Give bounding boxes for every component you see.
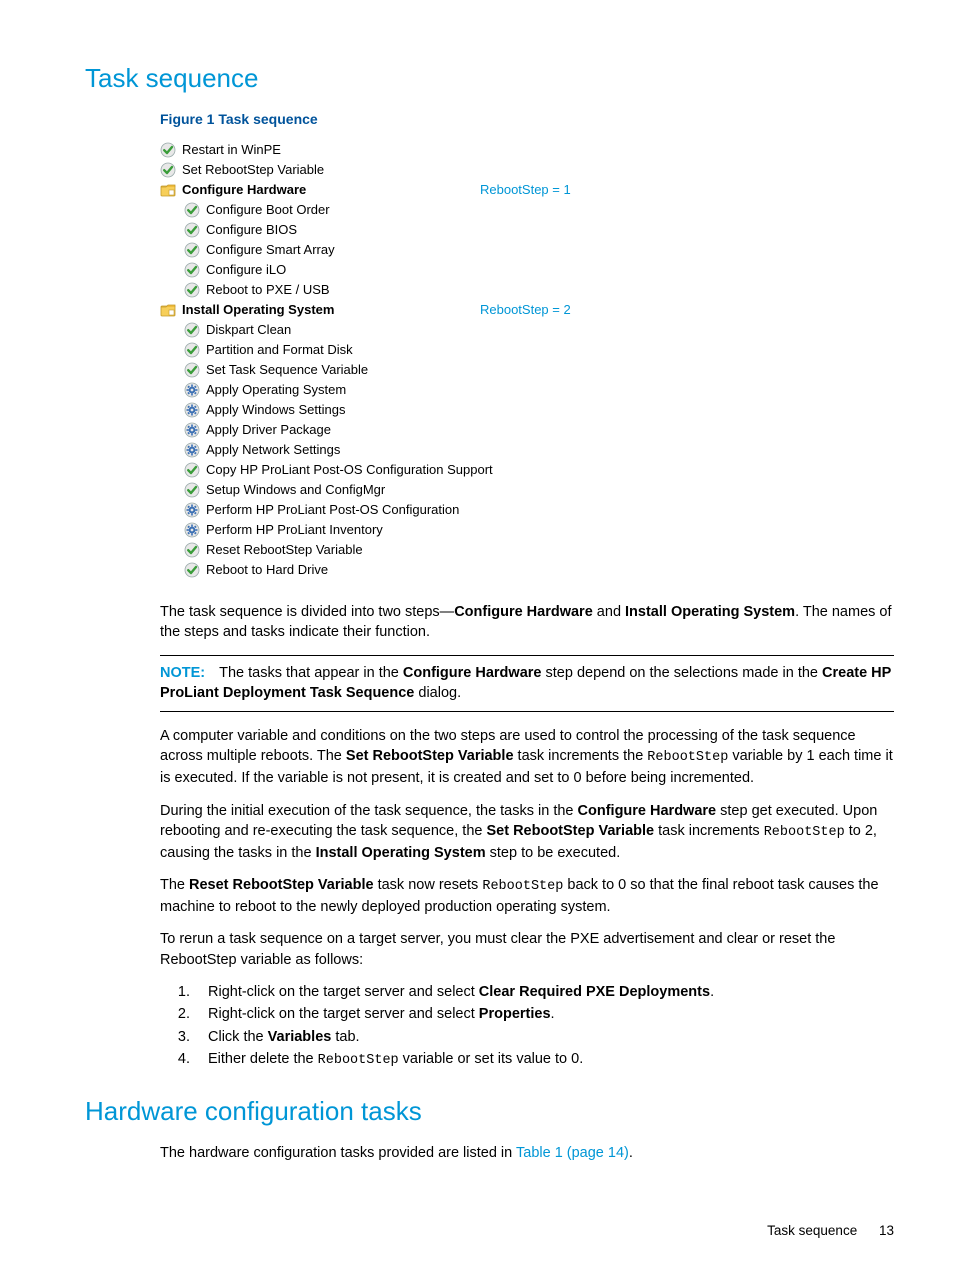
tree-item-label: Configure BIOS <box>206 220 297 240</box>
tree-item: Configure iLO <box>160 260 894 280</box>
check-icon <box>184 322 200 338</box>
tree-item: Apply Driver Package <box>160 420 894 440</box>
check-icon <box>184 362 200 378</box>
tree-item-label: Copy HP ProLiant Post-OS Configuration S… <box>206 460 493 480</box>
check-icon <box>184 262 200 278</box>
check-icon <box>184 342 200 358</box>
tree-item: Apply Network Settings <box>160 440 894 460</box>
tree-item-label: Partition and Format Disk <box>206 340 353 360</box>
tree-item-label: Apply Driver Package <box>206 420 331 440</box>
check-icon <box>184 462 200 478</box>
tree-item: Restart in WinPE <box>160 140 894 160</box>
tree-item: Configure Boot Order <box>160 200 894 220</box>
tree-item-label: Configure Boot Order <box>206 200 330 220</box>
tree-item-label: Apply Operating System <box>206 380 346 400</box>
figure-caption: Figure 1 Task sequence <box>160 110 894 130</box>
tree-item-label: Configure Hardware <box>182 180 306 200</box>
tree-item: Configure Smart Array <box>160 240 894 260</box>
step-3: Click the Variables tab. <box>194 1027 894 1047</box>
check-icon <box>160 142 176 158</box>
tree-item-label: Perform HP ProLiant Inventory <box>206 520 383 540</box>
tree-item-label: Diskpart Clean <box>206 320 291 340</box>
heading-task-sequence: Task sequence <box>85 60 894 96</box>
tree-item-label: Install Operating System <box>182 300 334 320</box>
tree-item-label: Reset RebootStep Variable <box>206 540 363 560</box>
check-icon <box>184 222 200 238</box>
check-icon <box>184 242 200 258</box>
tree-item: Setup Windows and ConfigMgr <box>160 480 894 500</box>
tree-annotation: RebootStep = 1 <box>480 180 571 200</box>
tree-item: Apply Operating System <box>160 380 894 400</box>
gear-icon <box>184 502 200 518</box>
tree-item: Partition and Format Disk <box>160 340 894 360</box>
tree-item: Perform HP ProLiant Inventory <box>160 520 894 540</box>
check-icon <box>160 162 176 178</box>
paragraph-divided: The task sequence is divided into two st… <box>160 602 894 643</box>
tree-item-label: Apply Network Settings <box>206 440 340 460</box>
tree-item-label: Set Task Sequence Variable <box>206 360 368 380</box>
tree-item-label: Apply Windows Settings <box>206 400 345 420</box>
gear-icon <box>184 422 200 438</box>
folder-icon <box>160 182 176 198</box>
paragraph-initial-exec: During the initial execution of the task… <box>160 801 894 863</box>
paragraph-reset: The Reset RebootStep Variable task now r… <box>160 875 894 917</box>
step-1: Right-click on the target server and sel… <box>194 982 894 1002</box>
check-icon <box>184 482 200 498</box>
tree-item: Configure BIOS <box>160 220 894 240</box>
note-label: NOTE: <box>160 665 205 681</box>
folder-icon <box>160 302 176 318</box>
step-2: Right-click on the target server and sel… <box>194 1004 894 1024</box>
table-1-link[interactable]: Table 1 (page 14) <box>516 1145 629 1161</box>
check-icon <box>184 282 200 298</box>
gear-icon <box>184 382 200 398</box>
tree-item: Configure Hardware RebootStep = 1 <box>160 180 894 200</box>
tree-item-label: Configure iLO <box>206 260 286 280</box>
gear-icon <box>184 402 200 418</box>
paragraph-hw-tasks: The hardware configuration tasks provide… <box>160 1143 894 1163</box>
paragraph-rerun: To rerun a task sequence on a target ser… <box>160 929 894 970</box>
tree-item: Set Task Sequence Variable <box>160 360 894 380</box>
page-footer: Task sequence 13 <box>767 1222 894 1241</box>
check-icon <box>184 542 200 558</box>
steps-list: Right-click on the target server and sel… <box>194 982 894 1071</box>
tree-item-label: Restart in WinPE <box>182 140 281 160</box>
tree-item: Reboot to Hard Drive <box>160 560 894 580</box>
note-box: NOTE:The tasks that appear in the Config… <box>160 655 894 713</box>
tree-item: Perform HP ProLiant Post-OS Configuratio… <box>160 500 894 520</box>
tree-item: Diskpart Clean <box>160 320 894 340</box>
tree-item: Set RebootStep Variable <box>160 160 894 180</box>
tree-item: Install Operating System RebootStep = 2 <box>160 300 894 320</box>
page-number: 13 <box>879 1223 894 1238</box>
tree-item-label: Reboot to Hard Drive <box>206 560 328 580</box>
tree-item: Reboot to PXE / USB <box>160 280 894 300</box>
tree-item-label: Setup Windows and ConfigMgr <box>206 480 385 500</box>
tree-item-label: Reboot to PXE / USB <box>206 280 330 300</box>
gear-icon <box>184 442 200 458</box>
tree-item: Reset RebootStep Variable <box>160 540 894 560</box>
task-sequence-tree: Restart in WinPESet RebootStep VariableC… <box>160 140 894 580</box>
check-icon <box>184 562 200 578</box>
step-4: Either delete the RebootStep variable or… <box>194 1049 894 1071</box>
gear-icon <box>184 522 200 538</box>
heading-hardware-config: Hardware configuration tasks <box>85 1093 894 1129</box>
paragraph-variable: A computer variable and conditions on th… <box>160 726 894 788</box>
tree-annotation: RebootStep = 2 <box>480 300 571 320</box>
check-icon <box>184 202 200 218</box>
tree-item-label: Perform HP ProLiant Post-OS Configuratio… <box>206 500 459 520</box>
tree-item-label: Configure Smart Array <box>206 240 335 260</box>
tree-item: Copy HP ProLiant Post-OS Configuration S… <box>160 460 894 480</box>
tree-item-label: Set RebootStep Variable <box>182 160 324 180</box>
footer-section: Task sequence <box>767 1223 857 1238</box>
tree-item: Apply Windows Settings <box>160 400 894 420</box>
